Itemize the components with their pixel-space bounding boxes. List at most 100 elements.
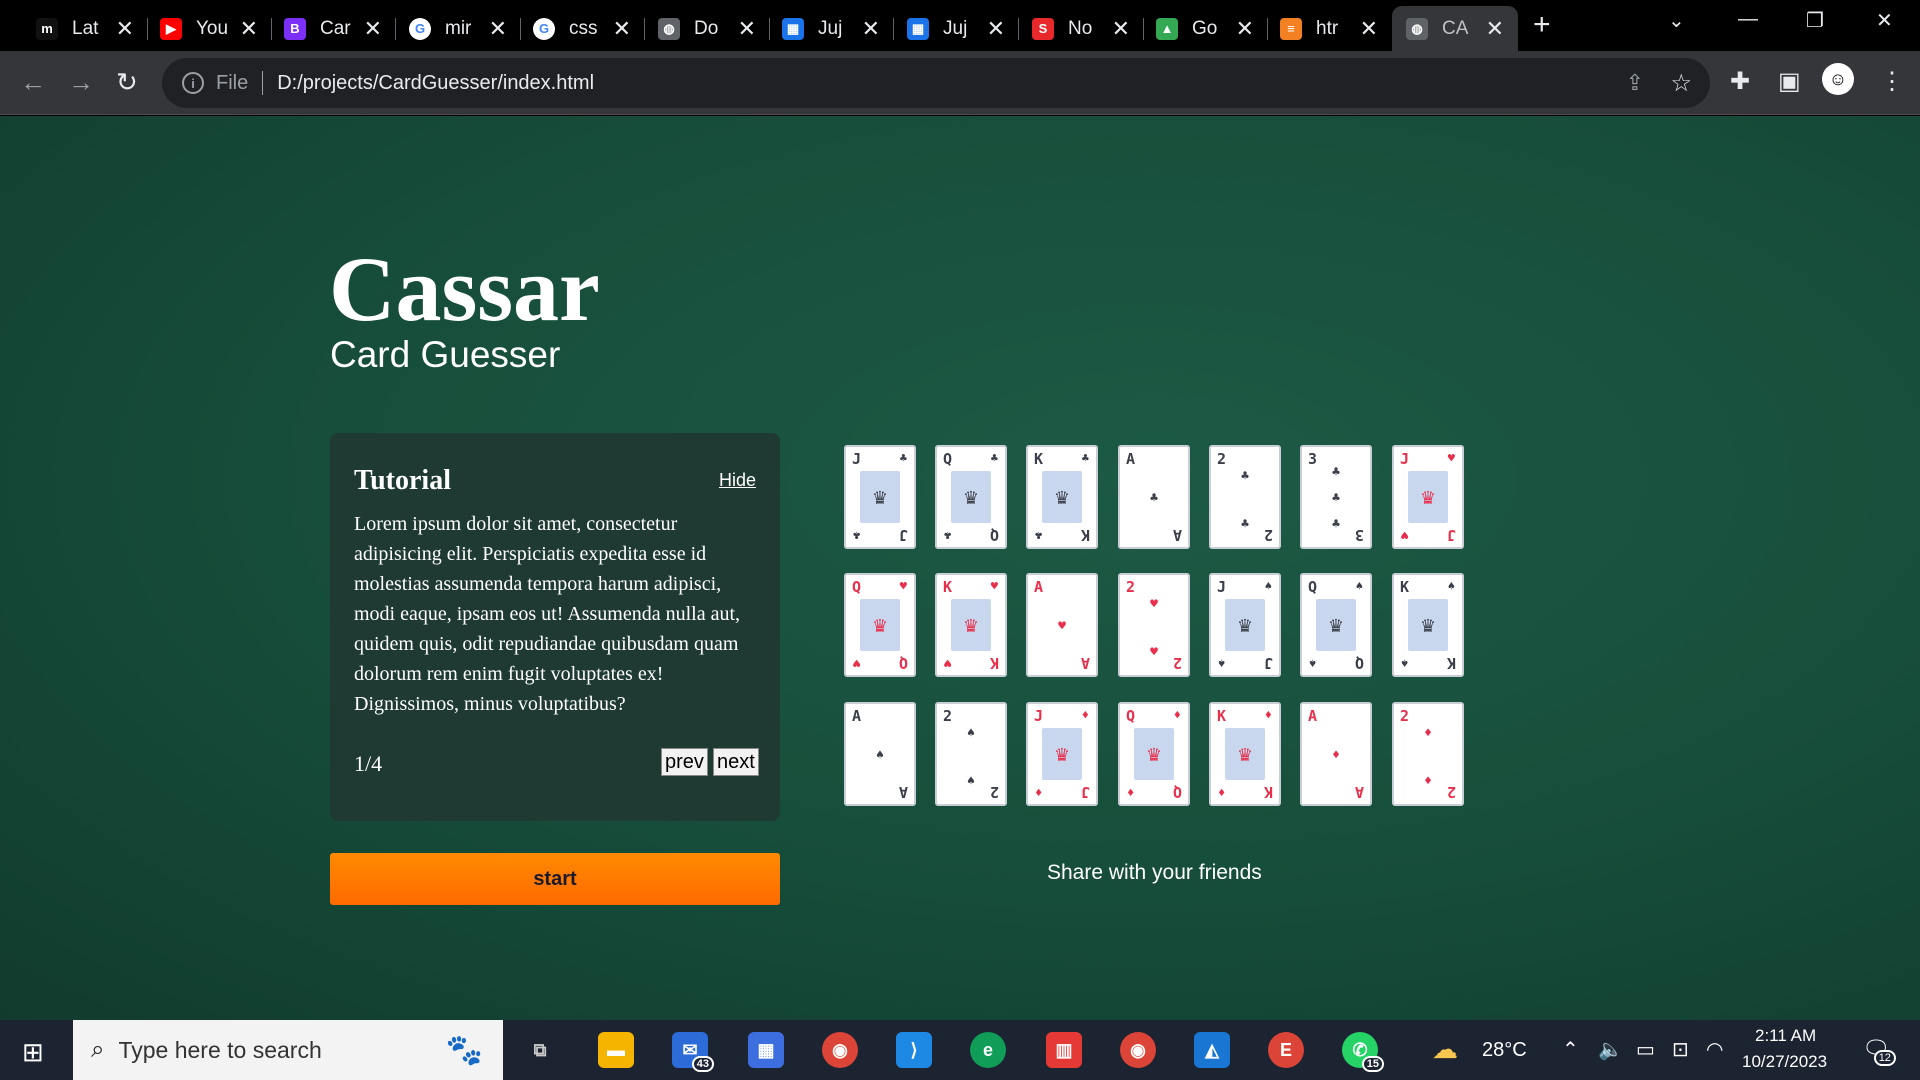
card[interactable]: Q Q ♣ ♣ ♛ (935, 445, 1007, 549)
card-rank-bottom: A (1080, 654, 1090, 672)
tray-chevron-icon[interactable]: ⌃ (1562, 1037, 1579, 1062)
card[interactable]: J J ♣ ♣ ♛ (844, 445, 916, 549)
tab-4[interactable]: Gcss ✕ (519, 6, 645, 51)
prev-button[interactable]: prev (661, 748, 708, 776)
card[interactable]: 3 3 ♣ ♣ ♣ (1300, 445, 1372, 549)
tab-close-icon[interactable]: ✕ (240, 16, 258, 42)
card[interactable]: 2 2 ♣ ♣ (1209, 445, 1281, 549)
tab-10[interactable]: ≡ htr ✕ (1266, 6, 1392, 51)
bookmark-star-icon[interactable]: ☆ (1670, 69, 1692, 98)
tab-title: You (196, 17, 229, 39)
clock-time[interactable]: 2:11 AM (1755, 1026, 1816, 1046)
tab-close-icon[interactable]: ✕ (364, 16, 382, 42)
card[interactable]: K K ♦ ♦ ♛ (1209, 702, 1281, 806)
menu-icon[interactable]: ⋮ (1880, 67, 1904, 96)
site-info-icon[interactable]: i (182, 72, 204, 94)
vscode-icon[interactable]: ⟩ (896, 1032, 932, 1068)
card[interactable]: A A ♥ (1026, 573, 1098, 677)
tab-close-icon[interactable]: ✕ (116, 16, 134, 42)
url-text[interactable]: D:/projects/CardGuesser/index.html (277, 72, 594, 95)
notification-icon[interactable]: 🗨 12 (1862, 1036, 1896, 1066)
tab-close-icon[interactable]: ✕ (1112, 16, 1130, 42)
new-tab-button[interactable]: + (1533, 8, 1551, 42)
next-button[interactable]: next (713, 748, 759, 776)
tab-close-icon[interactable]: ✕ (987, 16, 1005, 42)
file-explorer-icon[interactable]: ▬ (598, 1032, 634, 1068)
card[interactable]: 2 2 ♥ ♥ (1118, 573, 1190, 677)
store-icon[interactable]: ▦ (748, 1032, 784, 1068)
extensions-icon[interactable]: ✚ (1730, 67, 1750, 96)
meet-icon[interactable]: ⊡ (1672, 1037, 1689, 1062)
tab-8[interactable]: S No ✕ (1018, 6, 1144, 51)
card[interactable]: Q Q ♥ ♥ ♛ (844, 573, 916, 677)
tab-0[interactable]: m Lat ✕ (22, 6, 148, 51)
card[interactable]: K K ♣ ♣ ♛ (1026, 445, 1098, 549)
clock-date[interactable]: 10/27/2023 (1742, 1052, 1827, 1072)
weather-icon[interactable]: ☁ (1432, 1034, 1458, 1065)
share-icon[interactable]: ⇪ (1626, 70, 1644, 96)
card[interactable]: J J ♠ ♠ ♛ (1209, 573, 1281, 677)
mail-icon[interactable]: ✉ 43 (672, 1032, 714, 1072)
colorful-app-icon[interactable]: ▥ (1046, 1032, 1082, 1068)
battery-icon[interactable]: ▭ (1636, 1037, 1655, 1062)
tab-9[interactable]: ▲ Go ✕ (1142, 6, 1268, 51)
tab-search-icon[interactable]: ⌄ (1668, 8, 1685, 33)
side-panel-icon[interactable]: ▣ (1778, 67, 1801, 96)
profile-avatar[interactable]: ☺ (1822, 63, 1854, 95)
close-window-icon[interactable]: ✕ (1876, 8, 1893, 33)
chrome-e-icon[interactable]: E (1268, 1032, 1304, 1068)
card[interactable]: K K ♠ ♠ ♛ (1392, 573, 1464, 677)
notification-badge: 12 (1873, 1050, 1896, 1066)
card[interactable]: 2 2 ♦ ♦ (1392, 702, 1464, 806)
tab-7[interactable]: ▦ Juj ✕ (893, 6, 1019, 51)
chrome-icon[interactable]: ◉ (822, 1032, 858, 1068)
card[interactable]: 2 2 ♠ ♠ (935, 702, 1007, 806)
task-view-icon[interactable]: ⧉ (522, 1032, 558, 1068)
card[interactable]: A A ♣ (1118, 445, 1190, 549)
tab-1[interactable]: ▶ You ✕ (146, 6, 272, 51)
reload-icon[interactable]: ↻ (116, 67, 138, 98)
card[interactable]: J J ♦ ♦ ♛ (1026, 702, 1098, 806)
minimize-icon[interactable]: — (1738, 8, 1758, 31)
card-rank: J (1217, 578, 1227, 596)
wifi-icon[interactable]: ◠ (1706, 1037, 1723, 1062)
whatsapp-icon[interactable]: ✆ 15 (1342, 1032, 1384, 1072)
tab-2[interactable]: B Car ✕ (270, 6, 396, 51)
card-suit-bottom: ♦ (1127, 785, 1135, 799)
restore-icon[interactable]: ❐ (1806, 8, 1824, 33)
lemur-illustration: 🐾 (445, 1033, 483, 1067)
chrome-profile-icon[interactable]: ◉ (1120, 1032, 1156, 1068)
tab-close-icon[interactable]: ✕ (1486, 16, 1504, 42)
tab-close-icon[interactable]: ✕ (1360, 16, 1378, 42)
forward-icon[interactable]: → (68, 67, 94, 98)
tab-11[interactable]: ◍ CA ✕ (1392, 6, 1518, 51)
card-rank-bottom: Q (1172, 783, 1182, 801)
tab-close-icon[interactable]: ✕ (489, 16, 507, 42)
edge-icon[interactable]: e (970, 1032, 1006, 1068)
card[interactable]: K K ♥ ♥ ♛ (935, 573, 1007, 677)
tab-close-icon[interactable]: ✕ (738, 16, 756, 42)
card-suit-bottom: ♣ (853, 528, 861, 542)
address-bar[interactable]: i File D:/projects/CardGuesser/index.htm… (162, 58, 1710, 108)
card[interactable]: A A ♠ (844, 702, 916, 806)
tab-close-icon[interactable]: ✕ (1236, 16, 1254, 42)
card[interactable]: A A ♦ (1300, 702, 1372, 806)
tab-3[interactable]: Gmir ✕ (395, 6, 521, 51)
card-pip: ♣ (1332, 517, 1340, 532)
start-button[interactable]: start (330, 853, 780, 905)
tab-close-icon[interactable]: ✕ (862, 16, 880, 42)
tab-5[interactable]: ◍ Do ✕ (644, 6, 770, 51)
tab-6[interactable]: ▦ Juj ✕ (768, 6, 894, 51)
hide-tutorial-link[interactable]: Hide (719, 470, 756, 491)
card[interactable]: Q Q ♠ ♠ ♛ (1300, 573, 1372, 677)
back-icon[interactable]: ← (20, 67, 46, 98)
tab-close-icon[interactable]: ✕ (613, 16, 631, 42)
tab-favicon-icon: ▦ (782, 17, 804, 40)
volume-icon[interactable]: 🔈 (1598, 1037, 1623, 1062)
card[interactable]: Q Q ♦ ♦ ♛ (1118, 702, 1190, 806)
photos-icon[interactable]: ◭ (1194, 1032, 1230, 1068)
taskbar-search[interactable]: ⌕ Type here to search 🐾 (73, 1020, 503, 1080)
weather-temp[interactable]: 28°C (1482, 1039, 1527, 1062)
windows-start-icon[interactable]: ⊞ (22, 1037, 44, 1068)
card[interactable]: J J ♥ ♥ ♛ (1392, 445, 1464, 549)
